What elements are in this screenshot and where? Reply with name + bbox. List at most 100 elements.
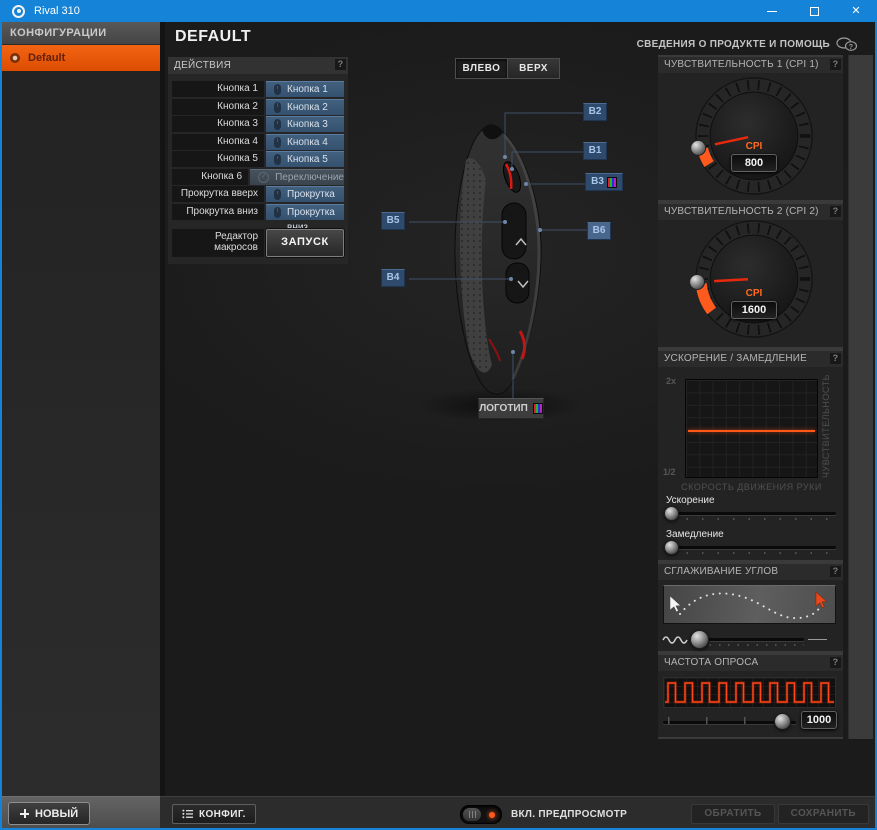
actions-help-button[interactable]: ? bbox=[335, 59, 346, 70]
polling-value: 1000 bbox=[801, 711, 837, 729]
accel-y-axis-label: ЧУВСТВИТЕЛЬНОСТЬ bbox=[821, 373, 831, 478]
cpi2-panel: ЧУВСТВИТЕЛЬНОСТЬ 2 (CPI 2) ? CPI 1600 bbox=[658, 204, 843, 347]
scrollbar[interactable] bbox=[848, 55, 873, 739]
action-row: Кнопка 1 Кнопка 1 bbox=[172, 81, 344, 97]
macro-editor-label: Редактор макросов bbox=[172, 228, 264, 257]
view-top-button[interactable]: ВЕРХ bbox=[507, 58, 560, 79]
config-item-label: Default bbox=[28, 52, 66, 64]
squiggle-icon bbox=[662, 636, 688, 644]
decel-slider-knob[interactable] bbox=[664, 540, 679, 555]
smoothing-title: СГЛАЖИВАНИЕ УГЛОВ bbox=[664, 566, 779, 577]
accel-x-axis-label: СКОРОСТЬ ДВИЖЕНИЯ РУКИ bbox=[681, 482, 822, 492]
rgb-color-icon bbox=[606, 176, 617, 188]
mouse-button-label-b1[interactable]: B1 bbox=[583, 142, 607, 160]
smoothing-slider-track[interactable] bbox=[696, 638, 804, 641]
toggle-handle bbox=[463, 808, 481, 821]
mouse-button-label-b3[interactable]: B3 bbox=[585, 173, 623, 191]
smoothing-slider-knob[interactable] bbox=[690, 630, 709, 649]
decel-slider bbox=[664, 538, 836, 556]
cpi-dial-icon bbox=[258, 172, 270, 183]
product-info-help-link[interactable]: СВЕДЕНИЯ О ПРОДУКТЕ И ПОМОЩЬ ? bbox=[637, 37, 858, 52]
binding-button-5[interactable]: Кнопка 5 bbox=[266, 151, 344, 167]
minimize-button[interactable] bbox=[751, 0, 793, 22]
polling-waveform bbox=[663, 677, 836, 708]
smoothing-preview bbox=[663, 585, 836, 624]
sidebar-footer: НОВЫЙ bbox=[0, 796, 160, 830]
cpi2-value: 1600 bbox=[731, 301, 777, 319]
mouse-icon bbox=[274, 136, 281, 148]
cpi1-help-button[interactable]: ? bbox=[830, 59, 841, 70]
cpi2-gauge[interactable] bbox=[658, 220, 843, 347]
accel-y-min: 1/2 bbox=[663, 467, 676, 477]
actions-title: ДЕЙСТВИЯ bbox=[174, 60, 232, 71]
binding-button-scrollup[interactable]: Прокрутка вверх bbox=[266, 186, 344, 215]
action-row: Кнопка 3 Кнопка 3 bbox=[172, 116, 344, 132]
decel-slider-track[interactable] bbox=[664, 546, 836, 549]
sidebar-main-divider bbox=[160, 22, 165, 796]
smoothing-help-button[interactable]: ? bbox=[830, 566, 841, 577]
accel-curve bbox=[688, 430, 815, 432]
mouse-button-label-b2[interactable]: B2 bbox=[583, 103, 607, 121]
action-row: Кнопка 5 Кнопка 5 bbox=[172, 151, 344, 167]
list-icon bbox=[182, 809, 193, 819]
titlebar: Rival 310 ✕ bbox=[0, 0, 877, 22]
config-item-default[interactable]: Default bbox=[0, 45, 160, 71]
binding-button-3[interactable]: Кнопка 3 bbox=[266, 116, 344, 132]
cursor-arrow-smoothed-icon bbox=[815, 591, 828, 609]
polling-slider-knob[interactable] bbox=[774, 713, 791, 730]
close-button[interactable]: ✕ bbox=[835, 0, 877, 22]
config-button[interactable]: КОНФИГ. bbox=[172, 804, 256, 824]
macro-launch-button[interactable]: ЗАПУСК bbox=[266, 228, 344, 257]
preview-toggle-label: ВКЛ. ПРЕДПРОСМОТР bbox=[511, 809, 628, 820]
maximize-button[interactable] bbox=[793, 0, 835, 22]
sidebar-header: КОНФИГУРАЦИИ bbox=[0, 22, 160, 45]
view-toggle: ВЛЕВО ВЕРХ bbox=[455, 58, 560, 79]
action-row: Кнопка 2 Кнопка 2 bbox=[172, 98, 344, 115]
minimize-icon bbox=[767, 10, 777, 12]
action-row: Прокрутка вниз Прокрутка вниз bbox=[172, 203, 344, 233]
page-title: DEFAULT bbox=[175, 28, 252, 45]
cpi2-title: ЧУВСТВИТЕЛЬНОСТЬ 2 (CPI 2) bbox=[664, 206, 819, 217]
mouse-icon bbox=[274, 154, 281, 165]
mouse-icon bbox=[274, 206, 281, 218]
polling-panel: ЧАСТОТА ОПРОСА ? 1000 bbox=[658, 655, 843, 737]
config-sidebar: КОНФИГУРАЦИИ Default НОВЫЙ bbox=[0, 22, 160, 830]
polling-help-button[interactable]: ? bbox=[830, 657, 841, 668]
cpi1-title: ЧУВСТВИТЕЛЬНОСТЬ 1 (CPI 1) bbox=[664, 59, 819, 70]
binding-button-6[interactable]: Переключение CPI bbox=[250, 168, 344, 198]
rgb-color-icon bbox=[532, 403, 543, 414]
cursor-arrow-icon bbox=[669, 595, 682, 613]
logo-zone-label[interactable]: ЛОГОТИП bbox=[478, 398, 544, 419]
accel-slider-track[interactable] bbox=[664, 512, 836, 515]
plus-icon bbox=[20, 809, 29, 818]
mouse-image bbox=[409, 112, 587, 422]
view-left-button[interactable]: ВЛЕВО bbox=[455, 58, 508, 79]
cpi2-help-button[interactable]: ? bbox=[830, 206, 841, 217]
mouse-button-label-b6[interactable]: B6 bbox=[587, 222, 611, 240]
preview-toggle[interactable] bbox=[460, 805, 502, 824]
cpi1-gauge[interactable] bbox=[658, 73, 843, 200]
accel-panel: УСКОРЕНИЕ / ЗАМЕДЛЕНИЕ ? 2x 1/2 ЧУВСТВИТ… bbox=[658, 351, 843, 560]
save-button[interactable]: СОХРАНИТЬ bbox=[777, 804, 869, 824]
mouse-button-label-b4[interactable]: B4 bbox=[381, 269, 405, 287]
svg-text:?: ? bbox=[849, 44, 854, 51]
footer-bar: КОНФИГ. ВКЛ. ПРЕДПРОСМОТР ОБРАТИТЬ СОХРА… bbox=[160, 796, 877, 830]
mouse-button-label-b5[interactable]: B5 bbox=[381, 212, 405, 230]
accel-slider bbox=[664, 504, 836, 522]
revert-button[interactable]: ОБРАТИТЬ bbox=[691, 804, 775, 824]
action-row: Прокрутка вверхПрокрутка вверх bbox=[172, 186, 344, 215]
binding-button-2[interactable]: Кнопка 2 bbox=[266, 98, 344, 115]
binding-button-scrolldown[interactable]: Прокрутка вниз bbox=[266, 203, 344, 233]
cpi2-gauge-knob bbox=[689, 274, 706, 290]
app-window: Rival 310 ✕ КОНФИГУРАЦИИ Default НОВЫЙ D… bbox=[0, 0, 877, 830]
binding-button-4[interactable]: Кнопка 4 bbox=[266, 133, 344, 150]
accel-slider-knob[interactable] bbox=[664, 506, 679, 521]
slider-ticks bbox=[700, 644, 804, 646]
accel-help-button[interactable]: ? bbox=[830, 353, 841, 364]
binding-button-1[interactable]: Кнопка 1 bbox=[266, 81, 344, 97]
accel-chart bbox=[685, 379, 818, 478]
close-icon: ✕ bbox=[851, 4, 861, 17]
main-content: DEFAULT СВЕДЕНИЯ О ПРОДУКТЕ И ПОМОЩЬ ? Д… bbox=[160, 22, 877, 796]
help-bubble-icon: ? bbox=[836, 37, 858, 51]
new-config-button[interactable]: НОВЫЙ bbox=[8, 802, 91, 825]
